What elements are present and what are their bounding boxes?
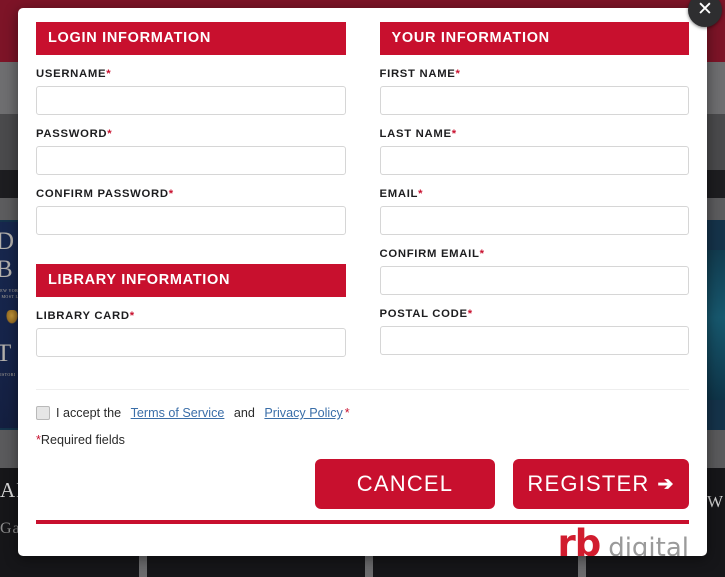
registration-modal: LOGIN INFORMATION USERNAME* PASSWORD* CO… [18,8,707,556]
email-input[interactable] [379,206,689,235]
field-library-card: LIBRARY CARD* [36,310,346,357]
confirm-password-input[interactable] [36,206,346,235]
rbdigital-logo: rb digital [557,522,689,556]
required-marker: * [168,188,174,200]
label-text: FIRST NAME [379,68,456,80]
form-columns: LOGIN INFORMATION USERNAME* PASSWORD* CO… [36,22,689,370]
label-text: PASSWORD [36,128,108,140]
label-text: USERNAME [36,68,107,80]
accept-terms-row: I accept the Terms of Service and Privac… [36,406,350,420]
password-input[interactable] [36,146,346,175]
postal-code-input[interactable] [379,326,689,355]
register-button-label: REGISTER [527,471,650,496]
form-divider [36,389,689,390]
field-postal-code: POSTAL CODE* [379,308,690,355]
register-button[interactable]: REGISTER ➔ [513,459,689,509]
privacy-policy-link[interactable]: Privacy Policy [264,406,342,420]
background-text: W [706,492,723,511]
background-pillar [139,555,147,577]
label-text: LAST NAME [379,128,452,140]
accept-terms-checkbox[interactable] [36,406,50,420]
field-label: EMAIL* [380,188,690,200]
book-cover-line: T [0,340,13,367]
accept-prefix-text: I accept the [56,406,122,420]
field-label: FIRST NAME* [380,68,690,80]
field-label: USERNAME* [36,68,346,80]
required-marker: * [106,68,112,80]
section-header-your-information: YOUR INFORMATION [379,22,689,55]
screen: D B NEW YORK, N A MOST LI T HISTORI AN G… [0,0,725,577]
label-text: LIBRARY CARD [36,310,130,322]
section-header-login-information: LOGIN INFORMATION [36,22,346,55]
required-marker: * [467,308,473,320]
required-marker: * [479,248,485,260]
first-name-input[interactable] [379,86,689,115]
field-label: PASSWORD* [36,128,346,140]
left-column: LOGIN INFORMATION USERNAME* PASSWORD* CO… [36,22,346,370]
username-input[interactable] [36,86,346,115]
arrow-right-icon: ➔ [657,473,675,495]
form-actions: CANCEL REGISTER ➔ [315,459,689,509]
required-marker: * [344,406,350,420]
required-marker: * [455,68,461,80]
label-text: POSTAL CODE [379,308,468,320]
field-label: CONFIRM PASSWORD* [36,188,346,200]
terms-of-service-link[interactable]: Terms of Service [131,406,225,420]
required-marker: * [107,128,113,140]
required-fields-text: Required fields [40,433,125,447]
field-label: LAST NAME* [380,128,690,140]
field-first-name: FIRST NAME* [379,68,690,115]
label-text: CONFIRM EMAIL [379,248,480,260]
library-card-input[interactable] [36,328,346,357]
registration-form: LOGIN INFORMATION USERNAME* PASSWORD* CO… [18,8,707,556]
required-marker: * [451,128,457,140]
label-text: EMAIL [379,188,419,200]
logo-word-text: digital [608,533,689,556]
required-marker: * [418,188,424,200]
book-cover-line: D [0,228,16,255]
book-cover-crest-icon [6,310,18,324]
field-label: LIBRARY CARD* [36,310,346,322]
field-confirm-email: CONFIRM EMAIL* [379,248,690,295]
field-username: USERNAME* [36,68,346,115]
label-text: CONFIRM PASSWORD [36,188,169,200]
logo-mark-text: rb [557,522,601,556]
field-last-name: LAST NAME* [379,128,690,175]
background-pillar [578,555,586,577]
confirm-email-input[interactable] [379,266,689,295]
book-cover-line: B [0,256,14,283]
required-fields-note: *Required fields [36,433,125,447]
required-marker: * [129,310,135,322]
section-header-library-information: LIBRARY INFORMATION [36,264,346,297]
field-label: CONFIRM EMAIL* [380,248,690,260]
background-pillar [365,555,373,577]
field-label: POSTAL CODE* [380,308,690,320]
right-column: YOUR INFORMATION FIRST NAME* LAST NAME* … [379,22,690,370]
accept-conjunction-text: and [233,406,255,420]
book-cover-subtitle: HISTORI [0,372,16,377]
last-name-input[interactable] [379,146,689,175]
field-password: PASSWORD* [36,128,346,175]
field-confirm-password: CONFIRM PASSWORD* [36,188,346,235]
cancel-button[interactable]: CANCEL [315,459,495,509]
field-email: EMAIL* [379,188,690,235]
